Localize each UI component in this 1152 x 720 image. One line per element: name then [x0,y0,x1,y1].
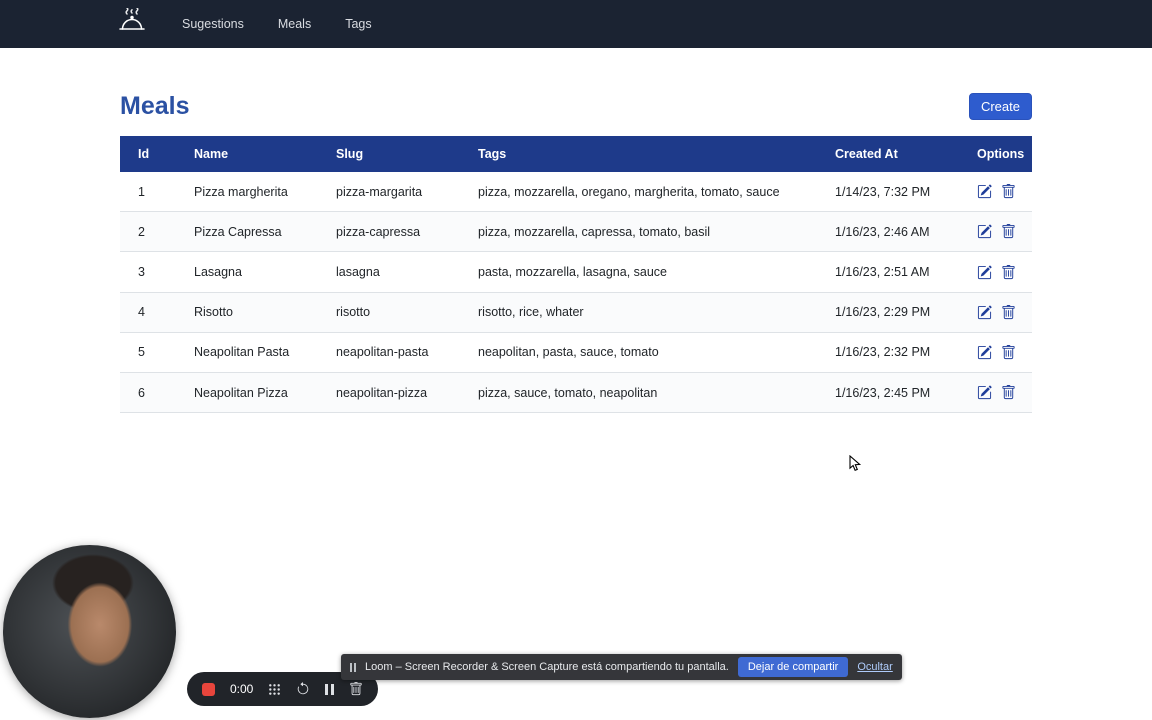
cell-name: Neapolitan Pizza [176,372,318,414]
edit-button[interactable] [977,224,992,239]
cloche-icon [118,7,146,40]
edit-pencil-icon [977,224,992,239]
grid-dots-icon[interactable] [268,683,281,696]
cell-name: Risotto [176,292,318,333]
cell-tags: pizza, mozzarella, oregano, margherita, … [460,172,817,213]
discard-recording-icon[interactable] [349,682,363,696]
cell-options [959,251,1032,293]
edit-pencil-icon [977,345,992,360]
cell-created-at: 1/16/23, 2:45 PM [817,372,959,414]
edit-button[interactable] [977,385,992,400]
cell-created-at: 1/16/23, 2:32 PM [817,332,959,374]
delete-button[interactable] [1001,304,1016,320]
cell-id: 4 [120,292,176,333]
cell-tags: neapolitan, pasta, sauce, tomato [460,332,817,374]
edit-pencil-icon [977,184,992,199]
trash-icon [1001,304,1016,320]
page-title: Meals [120,92,190,120]
cell-tags: pizza, sauce, tomato, neapolitan [460,372,817,414]
nav-links: Sugestions Meals Tags [182,17,372,31]
cell-slug: lasagna [318,251,460,293]
edit-button[interactable] [977,184,992,199]
edit-button[interactable] [977,265,992,280]
delete-button[interactable] [1001,184,1016,199]
cell-id: 2 [120,211,176,253]
meals-table-body: 1 Pizza margherita pizza-margarita pizza… [120,172,1032,414]
recording-time: 0:00 [230,682,254,696]
trash-icon [1001,345,1016,360]
nav-item-meals[interactable]: Meals [278,17,311,31]
main-content: Meals Create Id Name Slug Tags Created A… [0,48,1152,414]
restart-recording-icon[interactable] [296,682,310,696]
pause-recording-icon[interactable] [325,683,335,695]
hide-share-bar-link[interactable]: Ocultar [857,661,892,673]
share-message: Loom – Screen Recorder & Screen Capture … [365,661,729,673]
cell-options [959,332,1032,374]
nav-item-tags[interactable]: Tags [345,17,371,31]
table-row: 4 Risotto risotto risotto, rice, whater … [120,292,1032,333]
cell-id: 6 [120,372,176,414]
top-navbar: Sugestions Meals Tags [0,0,1152,48]
table-row: 3 Lasagna lasagna pasta, mozzarella, las… [120,251,1032,293]
trash-icon [1001,264,1016,280]
cell-name: Pizza Capressa [176,211,318,253]
header-options: Options [959,136,1032,172]
cell-options [959,172,1032,213]
delete-button[interactable] [1001,224,1016,239]
cell-id: 5 [120,332,176,374]
table-row: 5 Neapolitan Pasta neapolitan-pasta neap… [120,332,1032,374]
cell-options [959,211,1032,253]
delete-button[interactable] [1001,345,1016,360]
header-slug: Slug [318,136,460,172]
header-id: Id [120,136,176,172]
cell-tags: pasta, mozzarella, lasagna, sauce [460,251,817,293]
cell-name: Pizza margherita [176,172,318,213]
share-pause-icon [350,662,356,672]
table-header: Id Name Slug Tags Created At Options [120,136,1032,172]
cell-created-at: 1/16/23, 2:46 AM [817,211,959,253]
cell-slug: pizza-capressa [318,211,460,253]
webcam-overlay[interactable] [3,545,176,718]
stop-sharing-button[interactable]: Dejar de compartir [737,657,849,677]
trash-icon [1001,224,1016,239]
cell-created-at: 1/14/23, 7:32 PM [817,172,959,213]
mouse-cursor [849,455,862,472]
edit-button[interactable] [977,305,992,320]
cell-name: Neapolitan Pasta [176,332,318,374]
cell-slug: neapolitan-pizza [318,372,460,414]
stop-recording-button[interactable] [202,682,215,696]
cell-slug: risotto [318,292,460,333]
cell-slug: neapolitan-pasta [318,332,460,374]
cell-id: 3 [120,251,176,293]
page-header: Meals Create [120,92,1032,121]
cell-tags: risotto, rice, whater [460,292,817,333]
delete-button[interactable] [1001,264,1016,280]
cell-tags: pizza, mozzarella, capressa, tomato, bas… [460,211,817,253]
header-created-at: Created At [817,136,959,172]
trash-icon [1001,184,1016,199]
edit-pencil-icon [977,385,992,400]
edit-button[interactable] [977,345,992,360]
table-row: 1 Pizza margherita pizza-margarita pizza… [120,172,1032,213]
table-row: 2 Pizza Capressa pizza-capressa pizza, m… [120,211,1032,253]
cell-name: Lasagna [176,251,318,293]
trash-icon [1001,385,1016,400]
table-row: 6 Neapolitan Pizza neapolitan-pizza pizz… [120,372,1032,414]
screen-share-bar: Loom – Screen Recorder & Screen Capture … [341,654,902,680]
delete-button[interactable] [1001,385,1016,400]
cell-slug: pizza-margarita [318,172,460,213]
cell-created-at: 1/16/23, 2:29 PM [817,292,959,333]
meals-table: Id Name Slug Tags Created At Options 1 P… [120,136,1032,414]
cell-id: 1 [120,172,176,213]
header-tags: Tags [460,136,817,172]
brand-logo[interactable] [118,7,146,40]
cell-options [959,292,1032,333]
nav-item-sugestions[interactable]: Sugestions [182,17,244,31]
header-name: Name [176,136,318,172]
cell-options [959,372,1032,414]
edit-pencil-icon [977,265,992,280]
edit-pencil-icon [977,305,992,320]
cell-created-at: 1/16/23, 2:51 AM [817,251,959,293]
create-button[interactable]: Create [968,93,1032,120]
